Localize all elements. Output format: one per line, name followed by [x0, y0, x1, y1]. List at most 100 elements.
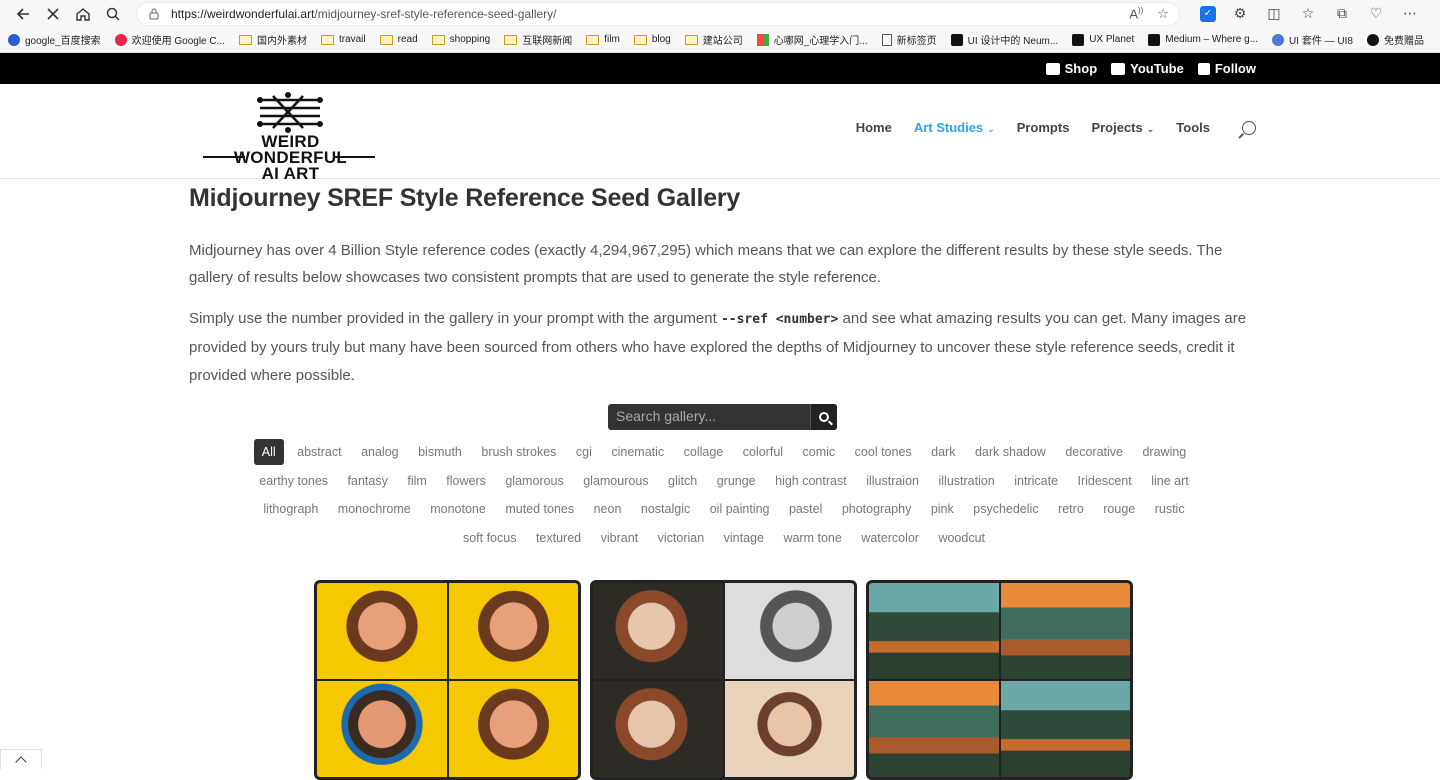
- bookmark-item[interactable]: 免费赠品: [1367, 32, 1424, 47]
- gallery-tag[interactable]: glitch: [660, 467, 705, 496]
- gallery-tag[interactable]: vintage: [716, 524, 772, 553]
- nav-tools[interactable]: Tools: [1176, 120, 1210, 135]
- nav-prompts[interactable]: Prompts: [1017, 120, 1070, 135]
- bookmark-item[interactable]: 国内外素材: [239, 32, 307, 47]
- gallery-tag[interactable]: fantasy: [340, 467, 396, 496]
- puzzle-extensions-icon[interactable]: ⚙: [1230, 4, 1250, 24]
- gallery-search-button[interactable]: [810, 404, 837, 430]
- more-menu-icon[interactable]: ⋯: [1400, 4, 1420, 24]
- gallery-tag[interactable]: rouge: [1095, 495, 1143, 524]
- home-icon[interactable]: [68, 1, 98, 27]
- gallery-tag[interactable]: soft focus: [455, 524, 525, 553]
- bookmark-item[interactable]: UX Planet: [1072, 34, 1134, 46]
- read-aloud-icon[interactable]: A)): [1129, 6, 1143, 22]
- back-arrow-icon[interactable]: [8, 1, 38, 27]
- bookmark-item[interactable]: 新标签页: [882, 32, 937, 47]
- bookmark-item[interactable]: 心哪网_心理学入门...: [757, 32, 868, 47]
- gallery-tag[interactable]: monotone: [422, 495, 494, 524]
- gallery-tag[interactable]: earthy tones: [251, 467, 336, 496]
- gallery-tag[interactable]: dark shadow: [967, 438, 1054, 467]
- gallery-tag[interactable]: dark: [923, 438, 963, 467]
- gallery-tag[interactable]: Iridescent: [1070, 467, 1140, 496]
- bookmark-item[interactable]: travail: [321, 34, 366, 45]
- gallery-card[interactable]: [590, 580, 857, 780]
- extension-icon[interactable]: ✓: [1200, 6, 1216, 22]
- gallery-tag[interactable]: cinematic: [603, 438, 672, 467]
- gallery-tag[interactable]: All: [254, 439, 284, 465]
- gallery-card[interactable]: [314, 580, 581, 780]
- gallery-tag[interactable]: monochrome: [330, 495, 419, 524]
- split-screen-icon[interactable]: ◫: [1264, 4, 1284, 24]
- site-search-icon[interactable]: [1242, 121, 1256, 135]
- gallery-tag[interactable]: intricate: [1006, 467, 1066, 496]
- gallery-tag[interactable]: warm tone: [775, 524, 849, 553]
- gallery-tag[interactable]: bismuth: [410, 438, 470, 467]
- bookmark-item[interactable]: shopping: [432, 34, 491, 45]
- bookmark-item[interactable]: UI 设计中的 Neum...: [951, 32, 1059, 47]
- site-logo[interactable]: WEIRD WONDERFUL AI ART: [203, 92, 378, 168]
- shop-link[interactable]: Shop: [1046, 61, 1098, 76]
- bookmark-item[interactable]: blog: [634, 34, 671, 45]
- gallery-tag[interactable]: cgi: [568, 438, 600, 467]
- gallery-tag[interactable]: analog: [353, 438, 407, 467]
- gallery-tag[interactable]: oil painting: [702, 495, 778, 524]
- bookmark-item[interactable]: 欢迎使用 Google C...: [115, 32, 225, 47]
- nav-home[interactable]: Home: [856, 120, 892, 135]
- gallery-tag[interactable]: photography: [834, 495, 920, 524]
- gallery-tag[interactable]: neon: [586, 495, 630, 524]
- gallery-tag[interactable]: victorian: [650, 524, 713, 553]
- gallery-tag[interactable]: brush strokes: [473, 438, 564, 467]
- gallery-tag[interactable]: flowers: [438, 467, 494, 496]
- scroll-up-button[interactable]: [0, 749, 42, 769]
- bookmark-item[interactable]: google_百度搜索: [8, 32, 101, 47]
- gallery-tag[interactable]: illustration: [930, 467, 1002, 496]
- bookmark-item[interactable]: 互联网新闻: [504, 32, 572, 47]
- bookmark-item[interactable]: read: [380, 34, 418, 45]
- follow-link[interactable]: Follow: [1198, 61, 1256, 76]
- gallery-tag[interactable]: line art: [1143, 467, 1197, 496]
- bookmark-item[interactable]: Medium – Where g...: [1148, 34, 1258, 46]
- gallery-card[interactable]: [866, 580, 1133, 780]
- follow-label: Follow: [1215, 61, 1256, 76]
- nav-art-studies[interactable]: Art Studies⌄: [914, 120, 995, 135]
- gallery-tag[interactable]: pink: [923, 495, 962, 524]
- gallery-tag[interactable]: abstract: [289, 438, 349, 467]
- gallery-tag[interactable]: textured: [528, 524, 589, 553]
- gallery-tag[interactable]: illustraion: [858, 467, 927, 496]
- gallery-tag[interactable]: comic: [795, 438, 844, 467]
- collections-icon[interactable]: ⧉: [1332, 4, 1352, 24]
- bookmark-item[interactable]: 建站公司: [685, 32, 743, 47]
- gallery-tag[interactable]: watercolor: [853, 524, 927, 553]
- address-bar[interactable]: https://weirdwonderfulai.art/midjourney-…: [136, 2, 1180, 26]
- gallery-tag[interactable]: decorative: [1057, 438, 1131, 467]
- gallery-tag[interactable]: rustic: [1147, 495, 1193, 524]
- gallery-tag[interactable]: retro: [1050, 495, 1092, 524]
- favorites-icon[interactable]: ☆: [1298, 4, 1318, 24]
- gallery-tag[interactable]: collage: [676, 438, 732, 467]
- gallery-tag[interactable]: glamorous: [497, 467, 571, 496]
- gallery-tag[interactable]: vibrant: [593, 524, 647, 553]
- gallery-tag[interactable]: grunge: [709, 467, 764, 496]
- gallery-tag[interactable]: film: [399, 467, 434, 496]
- gallery-tag[interactable]: colorful: [735, 438, 791, 467]
- bookmark-item[interactable]: film: [586, 34, 620, 45]
- gallery-tag[interactable]: muted tones: [497, 495, 582, 524]
- gallery-tag[interactable]: woodcut: [930, 524, 993, 553]
- gallery-tag[interactable]: drawing: [1134, 438, 1194, 467]
- gallery-search-input[interactable]: Search gallery...: [608, 404, 810, 430]
- search-icon[interactable]: [98, 1, 128, 27]
- gallery-tag[interactable]: psychedelic: [965, 495, 1046, 524]
- browser-essentials-icon[interactable]: ♡: [1366, 4, 1386, 24]
- site-info-icon[interactable]: [147, 7, 161, 21]
- gallery-tag[interactable]: nostalgic: [633, 495, 698, 524]
- gallery-tag[interactable]: pastel: [781, 495, 830, 524]
- gallery-tag[interactable]: lithograph: [255, 495, 326, 524]
- bookmark-item[interactable]: UI 套件 — UI8: [1272, 32, 1353, 47]
- youtube-link[interactable]: YouTube: [1111, 61, 1184, 76]
- stop-loading-icon[interactable]: [38, 1, 68, 27]
- favorite-star-icon[interactable]: ☆: [1157, 6, 1169, 22]
- gallery-tag[interactable]: high contrast: [767, 467, 855, 496]
- gallery-tag[interactable]: cool tones: [847, 438, 920, 467]
- gallery-tag[interactable]: glamourous: [575, 467, 656, 496]
- nav-projects[interactable]: Projects⌄: [1091, 120, 1154, 135]
